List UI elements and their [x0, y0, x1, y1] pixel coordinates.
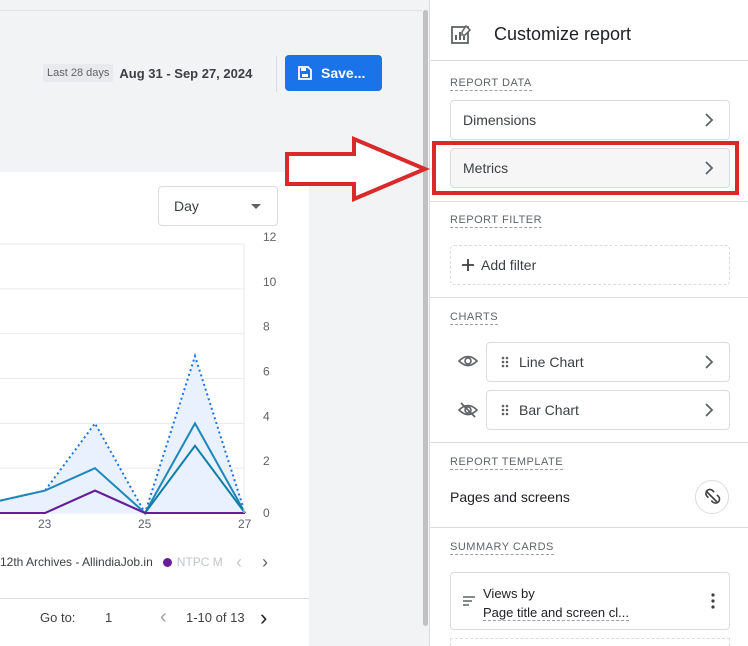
- x-tick-label: 27: [238, 517, 252, 530]
- y-tick-label: 0: [263, 506, 270, 520]
- bar-chart-label: Bar Chart: [519, 402, 579, 418]
- template-name: Pages and screens: [450, 489, 570, 505]
- date-range-label: Last 28 days: [43, 64, 114, 82]
- panel-title: Customize report: [494, 24, 632, 44]
- chevron-right-icon: [705, 113, 714, 127]
- plus-icon: [462, 259, 474, 271]
- annotation-arrow-icon: [285, 136, 430, 202]
- y-tick-label: 6: [263, 365, 270, 379]
- summary-card[interactable]: Views by Page title and screen cl...: [450, 572, 730, 630]
- section-label-report-template: REPORT TEMPLATE: [450, 456, 564, 470]
- more-vert-icon[interactable]: [711, 593, 715, 609]
- y-tick-label: 2: [263, 454, 270, 468]
- line-chart-label: Line Chart: [519, 354, 584, 370]
- line-chart-row[interactable]: Line Chart: [486, 342, 730, 382]
- section-label-summary-cards: SUMMARY CARDS: [450, 541, 554, 555]
- link-off-icon: [705, 488, 721, 504]
- divider: [430, 442, 748, 443]
- date-range-value: Aug 31 - Sep 27, 2024: [119, 65, 253, 81]
- legend-dot-icon: [162, 557, 172, 567]
- eye-icon[interactable]: [458, 353, 478, 369]
- divider: [276, 56, 277, 92]
- section-label-report-data: REPORT DATA: [450, 77, 532, 91]
- list-icon: [463, 596, 475, 606]
- drag-handle-icon[interactable]: [501, 404, 509, 416]
- summary-card-line1: Views by: [483, 586, 535, 601]
- goto-label: Go to:: [40, 610, 76, 625]
- x-tick-label: 23: [38, 517, 52, 530]
- dropdown-caret-icon: [251, 204, 261, 209]
- legend-prev-icon[interactable]: ‹: [236, 552, 242, 573]
- page-range: 1-10 of 13: [186, 610, 245, 625]
- divider: [430, 297, 748, 298]
- chevron-right-icon: [705, 355, 714, 369]
- dimensions-label: Dimensions: [463, 112, 537, 128]
- divider: [430, 60, 748, 61]
- series-area: [0, 356, 245, 513]
- report-area: Last 28 days Aug 31 - Sep 27, 2024 Save.…: [0, 0, 422, 646]
- date-range-picker[interactable]: Last 28 days Aug 31 - Sep 27, 2024: [43, 62, 252, 84]
- dimensions-row[interactable]: Dimensions: [450, 100, 730, 140]
- unlink-template-button[interactable]: [695, 480, 729, 514]
- divider: [430, 201, 748, 202]
- save-button-label: Save...: [321, 65, 366, 81]
- customize-report-panel: Customize report REPORT DATA Dimensions …: [429, 0, 748, 646]
- legend-item[interactable]: NTPC M: [177, 555, 223, 569]
- add-filter-button[interactable]: Add filter: [450, 245, 730, 285]
- goto-page-input[interactable]: 1: [105, 610, 112, 625]
- bar-chart-row[interactable]: Bar Chart: [486, 390, 730, 430]
- x-tick-label: 25: [138, 517, 152, 530]
- drag-handle-icon[interactable]: [501, 356, 509, 368]
- chart-legend: 12th Archives - AllindiaJob.in NTPC M: [0, 555, 223, 569]
- annotation-highlight-box: [432, 141, 739, 195]
- summary-card-line2: Page title and screen cl...: [483, 605, 629, 621]
- save-button[interactable]: Save...: [285, 55, 382, 91]
- divider: [430, 527, 748, 528]
- save-icon: [298, 66, 312, 80]
- scrollbar[interactable]: [423, 10, 428, 626]
- y-tick-label: 4: [263, 409, 270, 423]
- eye-off-icon[interactable]: [458, 402, 478, 418]
- add-card-placeholder: [450, 638, 730, 646]
- line-chart: 12 10 8 6 4 2 0 23 25 27: [0, 230, 277, 530]
- y-tick-label: 8: [263, 320, 270, 334]
- granularity-select[interactable]: Day: [158, 186, 278, 226]
- customize-chart-icon: [451, 24, 472, 44]
- chevron-right-icon: [705, 403, 714, 417]
- divider: [0, 10, 422, 11]
- page-prev-icon[interactable]: ‹: [160, 606, 167, 629]
- legend-item[interactable]: 12th Archives - AllindiaJob.in: [0, 555, 153, 569]
- divider: [0, 598, 309, 599]
- y-tick-label: 12: [263, 230, 277, 244]
- section-label-charts: CHARTS: [450, 311, 499, 325]
- granularity-value: Day: [174, 198, 199, 214]
- page-next-icon[interactable]: ›: [260, 605, 267, 631]
- section-label-report-filter: REPORT FILTER: [450, 214, 543, 228]
- y-tick-label: 10: [263, 275, 277, 289]
- legend-next-icon[interactable]: ›: [262, 552, 268, 573]
- add-filter-label: Add filter: [481, 257, 537, 273]
